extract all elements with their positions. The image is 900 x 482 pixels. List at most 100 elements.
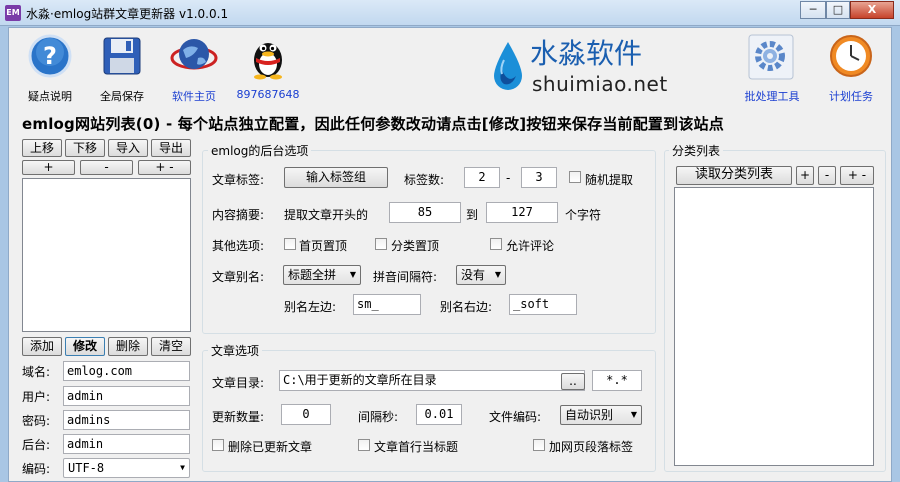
water-drop-icon <box>494 42 522 90</box>
clock-icon <box>830 35 872 77</box>
help-label: 疑点说明 <box>28 90 72 103</box>
pinyin-separator-select[interactable]: 没有 ▼ <box>456 265 506 285</box>
brand-name-en: shuimiao.net <box>532 72 668 96</box>
svg-text:?: ? <box>43 42 57 70</box>
alias-label: 文章别名: <box>212 270 265 284</box>
summary-min-field[interactable]: 85 <box>389 202 461 223</box>
delete-updated-checkbox[interactable] <box>212 439 224 451</box>
chevron-down-icon: ▼ <box>349 270 356 279</box>
add-site-button[interactable]: 添加 <box>22 337 62 356</box>
category-toggle-button[interactable]: + - <box>840 166 874 185</box>
user-label: 用户: <box>22 390 51 404</box>
file-encoding-select[interactable]: 自动识别 ▼ <box>560 405 642 425</box>
top-category-checkbox[interactable] <box>375 238 387 250</box>
summary-to-label: 到 <box>466 208 479 222</box>
first-line-title-label: 文章首行当标题 <box>374 440 459 454</box>
title-bar[interactable]: EM 水淼·emlog站群文章更新器 v1.0.0.1 ─ □ X <box>0 0 900 26</box>
backend-options-title: emlog的后台选项 <box>208 142 312 159</box>
first-line-title-checkbox[interactable] <box>358 439 370 451</box>
summary-max-field[interactable]: 127 <box>486 202 558 223</box>
globe-icon <box>170 39 218 70</box>
password-label: 密码: <box>22 414 51 428</box>
modify-site-button[interactable]: 修改 <box>65 337 105 356</box>
file-encoding-label: 文件编码: <box>489 410 542 424</box>
move-down-button[interactable]: 下移 <box>65 139 105 157</box>
random-pick-checkbox[interactable] <box>569 171 581 183</box>
brand-logo: 水淼软件 shuimiao.net <box>490 38 680 98</box>
close-button[interactable]: X <box>850 1 894 19</box>
alias-left-field[interactable]: sm_ <box>353 294 421 315</box>
summary-label: 内容摘要: <box>212 208 265 222</box>
delete-site-button[interactable]: 删除 <box>108 337 148 356</box>
schedule-label: 计划任务 <box>829 90 873 103</box>
site-remove-row-button[interactable]: - <box>80 160 133 175</box>
restore-button[interactable]: □ <box>826 1 850 19</box>
site-toggle-rows-button[interactable]: + - <box>138 160 191 175</box>
input-tags-button[interactable]: 输入标签组 <box>284 167 388 188</box>
site-list-box[interactable] <box>22 178 191 332</box>
article-dir-field[interactable]: C:\用于更新的文章所在目录 <box>279 370 585 391</box>
alias-right-field[interactable]: _soft <box>509 294 577 315</box>
site-list-heading: emlog网站列表(0) - 每个站点独立配置，因此任何参数改动请点击[修改]按… <box>22 115 724 133</box>
add-paragraph-tags-label: 加网页段落标签 <box>549 440 634 454</box>
clear-sites-button[interactable]: 清空 <box>151 337 191 356</box>
window-title: 水淼·emlog站群文章更新器 v1.0.0.1 <box>26 7 229 21</box>
user-field[interactable]: admin <box>63 386 190 406</box>
category-list-title: 分类列表 <box>669 142 724 159</box>
batch-tools-toolbar-button[interactable]: 批处理工具 <box>740 32 804 104</box>
alias-mode-value: 标题全拼 <box>288 268 337 282</box>
alias-left-label: 别名左边: <box>284 300 337 314</box>
qq-toolbar-button[interactable]: 897687648 <box>236 32 300 104</box>
delete-updated-label: 删除已更新文章 <box>228 440 313 454</box>
homepage-toolbar-button[interactable]: 软件主页 <box>164 32 224 104</box>
update-count-label: 更新数量: <box>212 410 265 424</box>
tag-min-field[interactable]: 2 <box>464 167 500 188</box>
settings-gear-icon <box>748 34 794 80</box>
help-toolbar-button[interactable]: ? 疑点说明 <box>22 32 78 104</box>
help-icon: ? <box>28 34 72 78</box>
alias-mode-select[interactable]: 标题全拼 ▼ <box>283 265 361 285</box>
move-up-button[interactable]: 上移 <box>22 139 62 157</box>
browse-dir-button[interactable]: .. <box>561 373 585 390</box>
homepage-label: 软件主页 <box>172 90 216 103</box>
password-field[interactable]: admins <box>63 410 190 430</box>
category-list-box[interactable] <box>674 187 874 466</box>
read-categories-button[interactable]: 读取分类列表 <box>676 166 792 185</box>
save-all-label: 全局保存 <box>100 90 144 103</box>
interval-field[interactable]: 0.01 <box>416 404 462 425</box>
interval-label: 间隔秒: <box>358 410 399 424</box>
update-count-field[interactable]: 0 <box>281 404 331 425</box>
encoding-label: 编码: <box>22 462 51 476</box>
pinyin-separator-label: 拼音间隔符: <box>373 270 438 284</box>
summary-suffix: 个字符 <box>565 208 602 222</box>
encoding-select[interactable]: UTF-8 ▼ <box>63 458 190 478</box>
top-home-label: 首页置顶 <box>299 239 348 253</box>
file-pattern-field[interactable]: *.* <box>592 370 642 391</box>
domain-label: 域名: <box>22 365 51 379</box>
minimize-button[interactable]: ─ <box>800 1 826 19</box>
app-icon: EM <box>5 5 21 21</box>
top-home-checkbox[interactable] <box>284 238 296 250</box>
allow-comment-checkbox[interactable] <box>490 238 502 250</box>
batch-tools-label: 批处理工具 <box>744 90 800 103</box>
import-button[interactable]: 导入 <box>108 139 148 157</box>
article-options-title: 文章选项 <box>208 342 263 359</box>
chevron-down-icon: ▼ <box>494 270 501 279</box>
site-add-row-button[interactable]: + <box>22 160 75 175</box>
export-button[interactable]: 导出 <box>151 139 191 157</box>
qq-penguin-icon <box>254 43 282 80</box>
floppy-disk-icon <box>103 37 141 75</box>
tag-max-field[interactable]: 3 <box>521 167 557 188</box>
category-add-button[interactable]: + <box>796 166 814 185</box>
category-remove-button[interactable]: - <box>818 166 836 185</box>
other-options-label: 其他选项: <box>212 239 265 253</box>
schedule-toolbar-button[interactable]: 计划任务 <box>822 32 880 104</box>
add-paragraph-tags-checkbox[interactable] <box>533 439 545 451</box>
random-pick-label: 随机提取 <box>585 173 634 187</box>
backend-field[interactable]: admin <box>63 434 190 454</box>
domain-field[interactable]: emlog.com <box>63 361 190 381</box>
brand-name-cn: 水淼软件 <box>530 37 643 70</box>
article-dir-label: 文章目录: <box>212 376 265 390</box>
save-all-toolbar-button[interactable]: 全局保存 <box>94 32 150 104</box>
chevron-down-icon: ▼ <box>180 463 185 472</box>
